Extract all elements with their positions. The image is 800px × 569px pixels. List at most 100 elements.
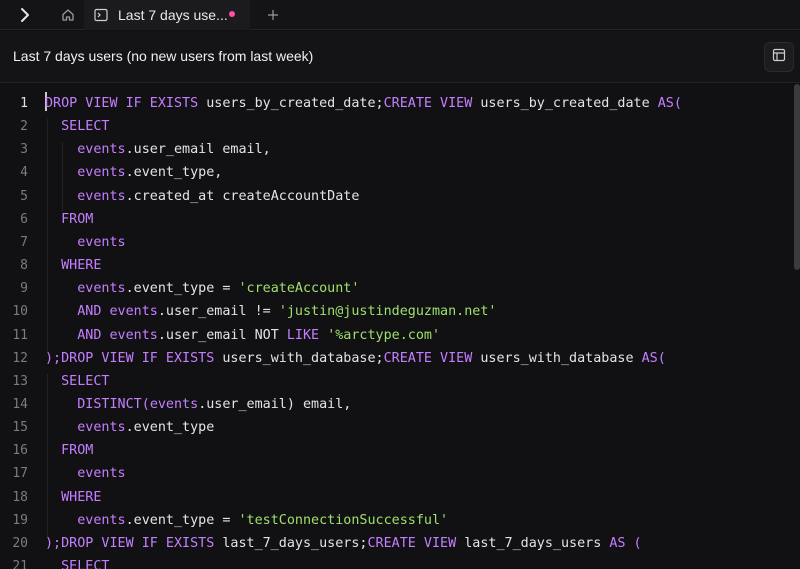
code-text: FROM [45,439,93,462]
sql-keyword: events [45,512,126,528]
sql-keyword: ); [45,535,62,551]
line-number: 3 [20,142,28,158]
sql-token: last_7_days_users; [214,535,368,551]
plus-icon[interactable] [263,5,283,25]
sql-string: 'justin@justindeguzman.net' [278,304,497,320]
sql-token: users_by_created_date; [198,96,384,111]
sql-keyword: FROM [45,443,94,459]
code-text: SELECT [45,555,109,569]
tab-query[interactable]: Last 7 days use... [84,0,250,30]
sql-editor[interactable]: 1 DROP VIEW IF EXISTS users_by_created_da… [0,84,800,569]
line-number: 14 [12,396,28,412]
page-title: Last 7 days users (no new users from las… [13,48,314,64]
line-number: 16 [12,443,28,459]
sql-keyword: events [109,327,158,343]
code-line[interactable]: 18 WHERE [0,486,800,509]
sql-keyword: AS( [641,350,666,366]
sql-keyword: AS ( [609,535,642,551]
code-text: events [45,462,125,485]
sql-keyword: CREATE VIEW [383,350,473,366]
sql-keyword: DROP VIEW IF EXISTS [61,350,215,366]
line-number: 2 [20,119,28,135]
code-text: events.user_email email, [45,138,271,161]
code-line[interactable]: 4 events.event_type, [0,161,800,184]
code-text: );DROP VIEW IF EXISTS users_with_databas… [45,347,666,370]
code-line[interactable]: 20);DROP VIEW IF EXISTS last_7_days_user… [0,532,800,555]
code-text: AND events.user_email != 'justin@justind… [45,300,496,323]
chevron-right-icon[interactable] [14,4,36,26]
code-text: WHERE [45,486,101,509]
sql-keyword: CREATE VIEW [367,535,457,551]
code-line[interactable]: 2 SELECT [0,115,800,138]
code-line[interactable]: 21 SELECT [0,555,800,569]
code-line[interactable]: 17 events [0,462,800,485]
line-number: 4 [20,165,28,181]
code-line[interactable]: 14 DISTINCT(events.user_email) email, [0,393,800,416]
code-line[interactable]: 16 FROM [0,439,800,462]
sql-string: '%arctype.com' [327,327,441,343]
code-text: events.event_type = 'testConnectionSucce… [45,509,448,532]
code-line[interactable]: 8 WHERE [0,254,800,277]
line-number: 21 [12,559,28,569]
code-text: events.created_at createAccountDate [45,185,359,208]
sql-keyword: events [45,165,126,181]
code-line[interactable]: 15 events.event_type [0,416,800,439]
sql-token: .event_type = [125,281,239,297]
line-number: 19 [12,512,28,528]
code-line[interactable]: 9 events.event_type = 'createAccount' [0,277,800,300]
sql-keyword: events [45,420,126,436]
line-number: 7 [20,234,28,250]
sql-keyword: AND [45,304,102,320]
code-line[interactable]: 13 SELECT [0,370,800,393]
sql-token: .created_at createAccountDate [125,188,360,204]
code-text: DISTINCT(events.user_email) email, [45,393,351,416]
sql-keyword: events [45,234,126,250]
sql-token: .event_type, [125,165,223,181]
code-line[interactable]: 7 events [0,231,800,254]
tab-label: Last 7 days use... [118,7,228,23]
sql-keyword: AND [45,327,102,343]
code-text: WHERE [45,254,101,277]
line-number: 1 [20,96,28,111]
sql-token: last_7_days_users [456,535,610,551]
code-line[interactable]: 6 FROM [0,208,800,231]
home-icon[interactable] [58,5,78,25]
sql-token: .user_email) email, [198,396,352,412]
sql-keyword: SELECT [45,119,110,135]
sql-keyword: DROP VIEW IF EXISTS [45,96,199,111]
line-number: 17 [12,466,28,482]
code-text: events.event_type, [45,161,222,184]
code-line[interactable]: 10 AND events.user_email != 'justin@just… [0,300,800,323]
sql-token: .event_type = [125,512,239,528]
code-line[interactable]: 1 DROP VIEW IF EXISTS users_by_created_da… [0,92,800,115]
code-line[interactable]: 3 events.user_email email, [0,138,800,161]
sql-keyword: FROM [45,211,94,227]
toggle-panel-button[interactable] [764,42,794,72]
editor-scrollbar[interactable] [794,84,800,270]
code-line[interactable]: 11 AND events.user_email NOT LIKE '%arct… [0,324,800,347]
line-number: 6 [20,211,28,227]
code-text: events.event_type [45,416,214,439]
query-header: Last 7 days users (no new users from las… [0,31,800,83]
code-text: SELECT [45,115,110,138]
code-text: );DROP VIEW IF EXISTS last_7_days_users;… [45,532,642,555]
sql-keyword: WHERE [45,258,102,274]
line-number: 5 [20,188,28,204]
code-text: events.event_type = 'createAccount' [45,277,359,300]
code-line[interactable]: 19 events.event_type = 'testConnectionSu… [0,509,800,532]
sql-keyword: events [109,304,158,320]
line-number: 20 [12,535,28,551]
sql-keyword: DROP VIEW IF EXISTS [61,535,215,551]
sql-keyword: WHERE [45,489,102,505]
sql-token: .user_email NOT [157,327,287,343]
code-line[interactable]: 12 );DROP VIEW IF EXISTS users_with_datab… [0,347,800,370]
sql-token: .user_email != [157,304,279,320]
sql-keyword: DISTINCT( [45,396,150,412]
sql-token: users_with_database; [214,350,384,366]
code-line[interactable]: 5 events.created_at createAccountDate [0,185,800,208]
line-number: 13 [12,373,28,389]
code-text: DROP VIEW IF EXISTS users_by_created_dat… [45,92,682,115]
line-number: 12 [12,350,28,366]
